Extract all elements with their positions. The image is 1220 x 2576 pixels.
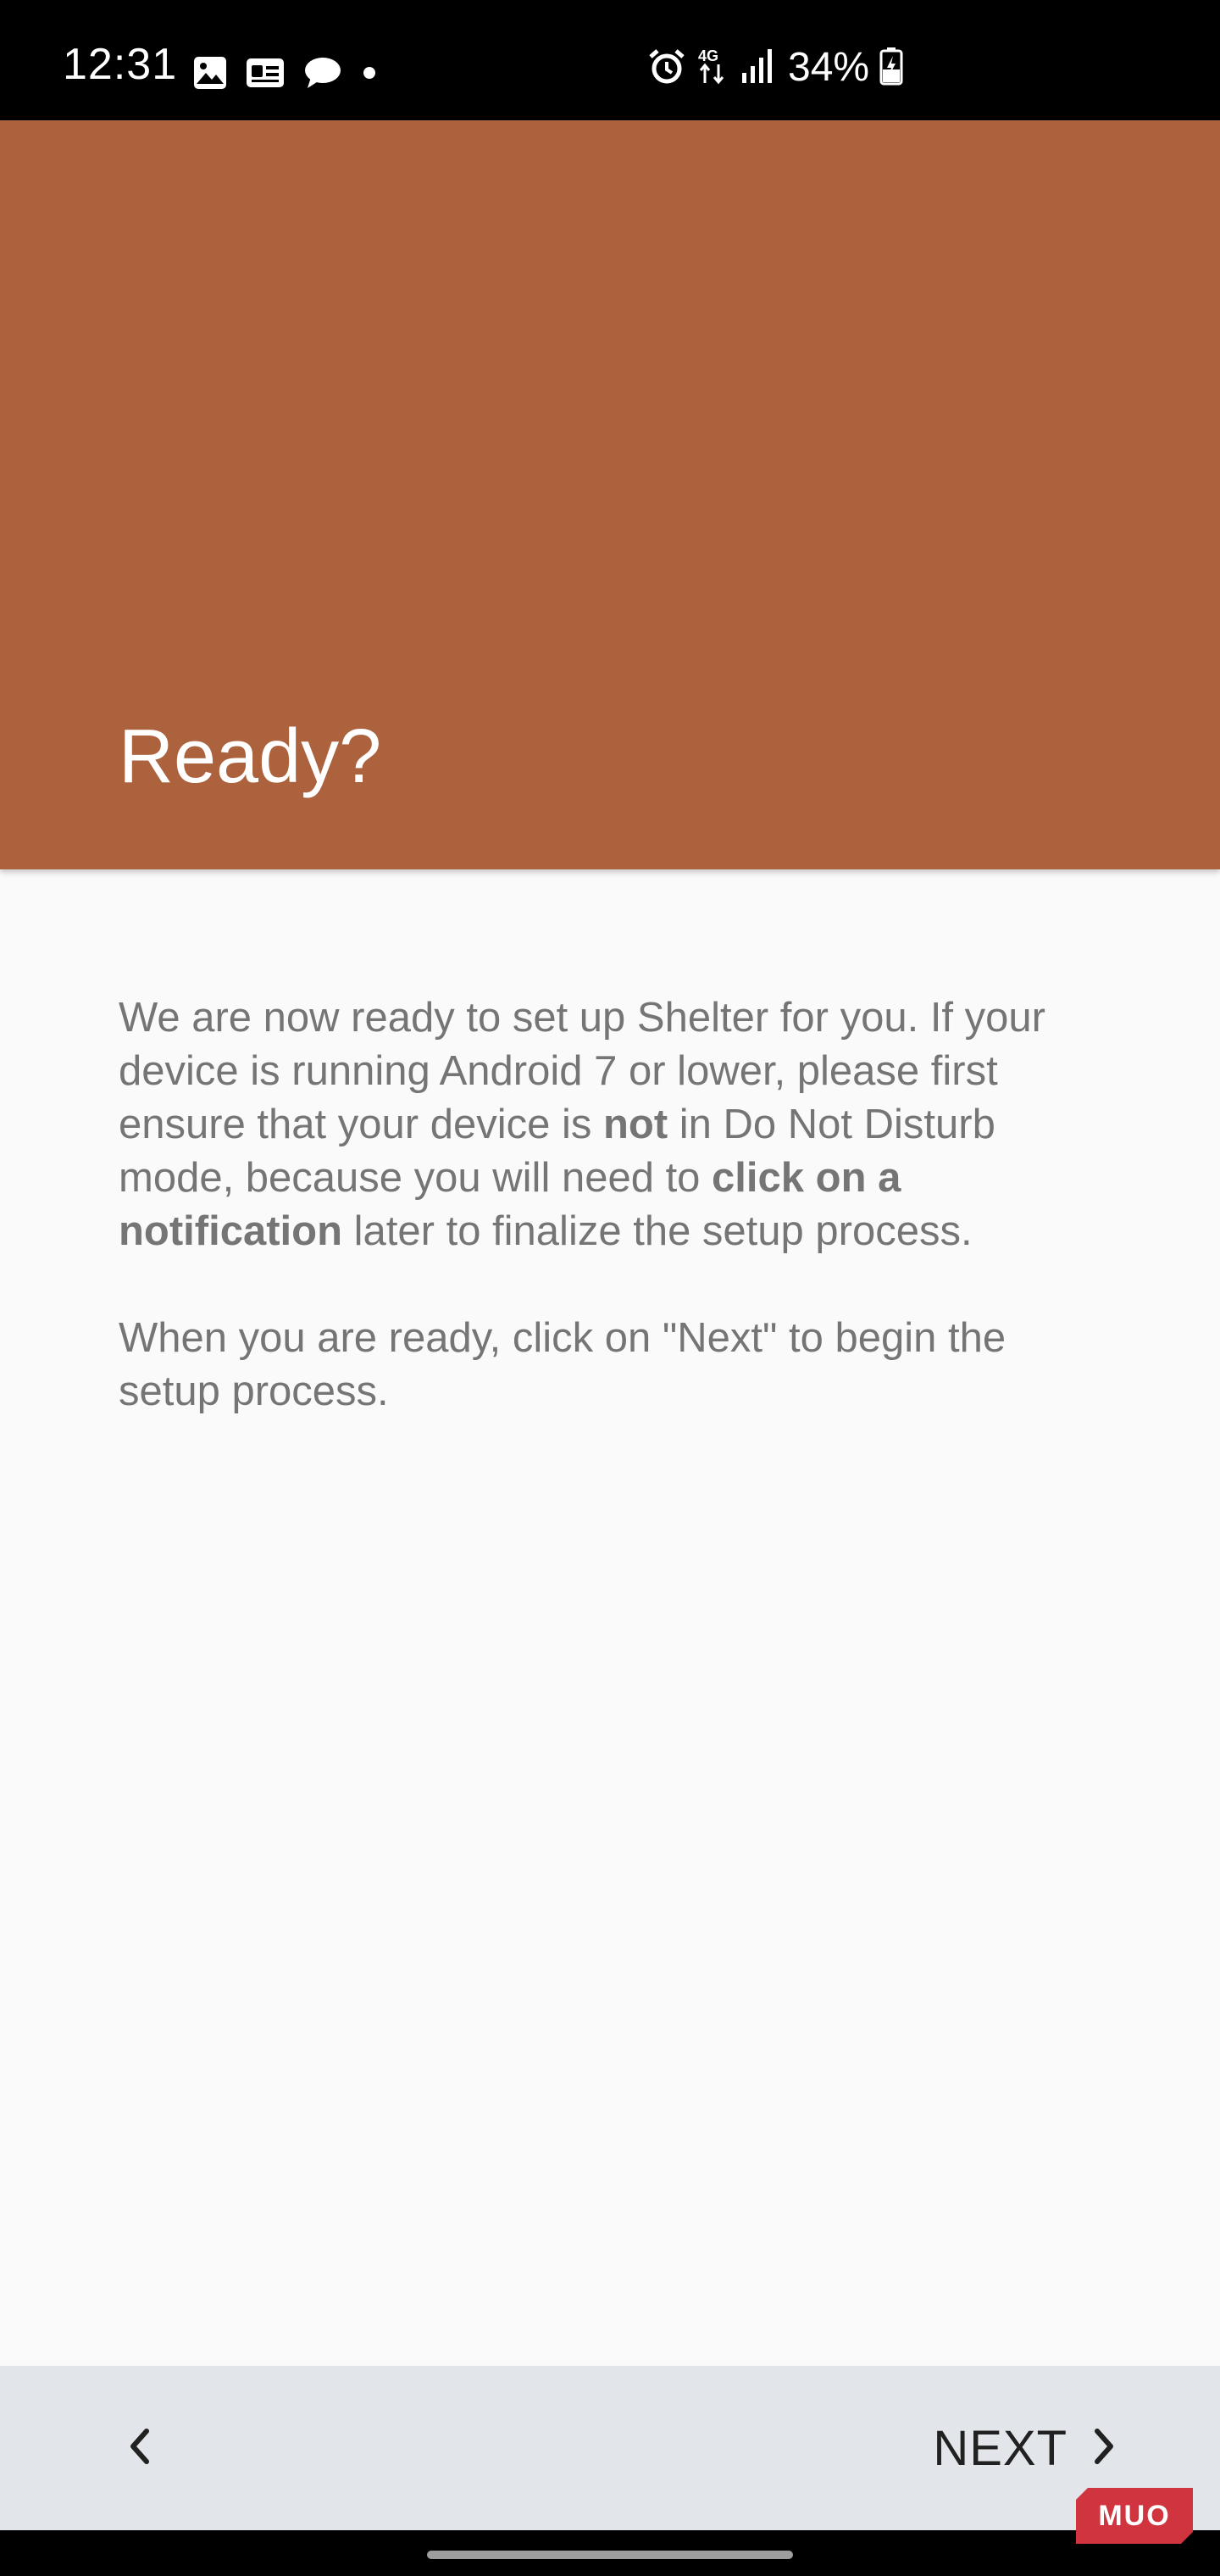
watermark-text: MUO bbox=[1098, 2499, 1171, 2532]
id-card-icon bbox=[246, 58, 285, 88]
page-title: Ready? bbox=[119, 714, 382, 799]
chat-bubble-icon bbox=[303, 56, 342, 90]
alarm-icon bbox=[647, 47, 686, 89]
text-segment: later to finalize the setup process. bbox=[342, 1208, 973, 1254]
battery-charging-icon bbox=[879, 47, 903, 90]
status-bar: 12:31 4G 34% bbox=[0, 0, 1220, 120]
next-instructions-paragraph: When you are ready, click on "Next" to b… bbox=[119, 1315, 1006, 1414]
setup-instructions-paragraph: We are now ready to set up Shelter for y… bbox=[119, 991, 1118, 1258]
signal-icon bbox=[740, 47, 774, 89]
next-label: NEXT bbox=[933, 2420, 1068, 2476]
battery-percent: 34% bbox=[788, 45, 870, 90]
home-gesture-handle[interactable] bbox=[427, 2551, 793, 2559]
status-right-icons: 4G 34% bbox=[647, 47, 903, 88]
svg-text:4G: 4G bbox=[698, 47, 718, 64]
chevron-right-icon bbox=[1090, 2425, 1118, 2472]
4g-data-icon: 4G bbox=[696, 46, 730, 91]
chevron-left-icon bbox=[123, 2425, 157, 2472]
content-body: We are now ready to set up Shelter for y… bbox=[119, 991, 1118, 1418]
back-button[interactable] bbox=[102, 2410, 178, 2486]
status-time: 12:31 bbox=[63, 40, 178, 89]
dot-icon bbox=[361, 64, 378, 81]
emphasis-not: not bbox=[602, 1102, 668, 1147]
bottom-navigation-bar: NEXT bbox=[0, 2366, 1220, 2530]
image-icon bbox=[193, 56, 227, 90]
gesture-bar bbox=[0, 2530, 1220, 2576]
muo-watermark: MUO bbox=[1076, 2488, 1193, 2544]
next-button[interactable]: NEXT bbox=[933, 2410, 1118, 2486]
header-banner: Ready? bbox=[0, 120, 1220, 869]
status-left-icons bbox=[193, 56, 378, 90]
